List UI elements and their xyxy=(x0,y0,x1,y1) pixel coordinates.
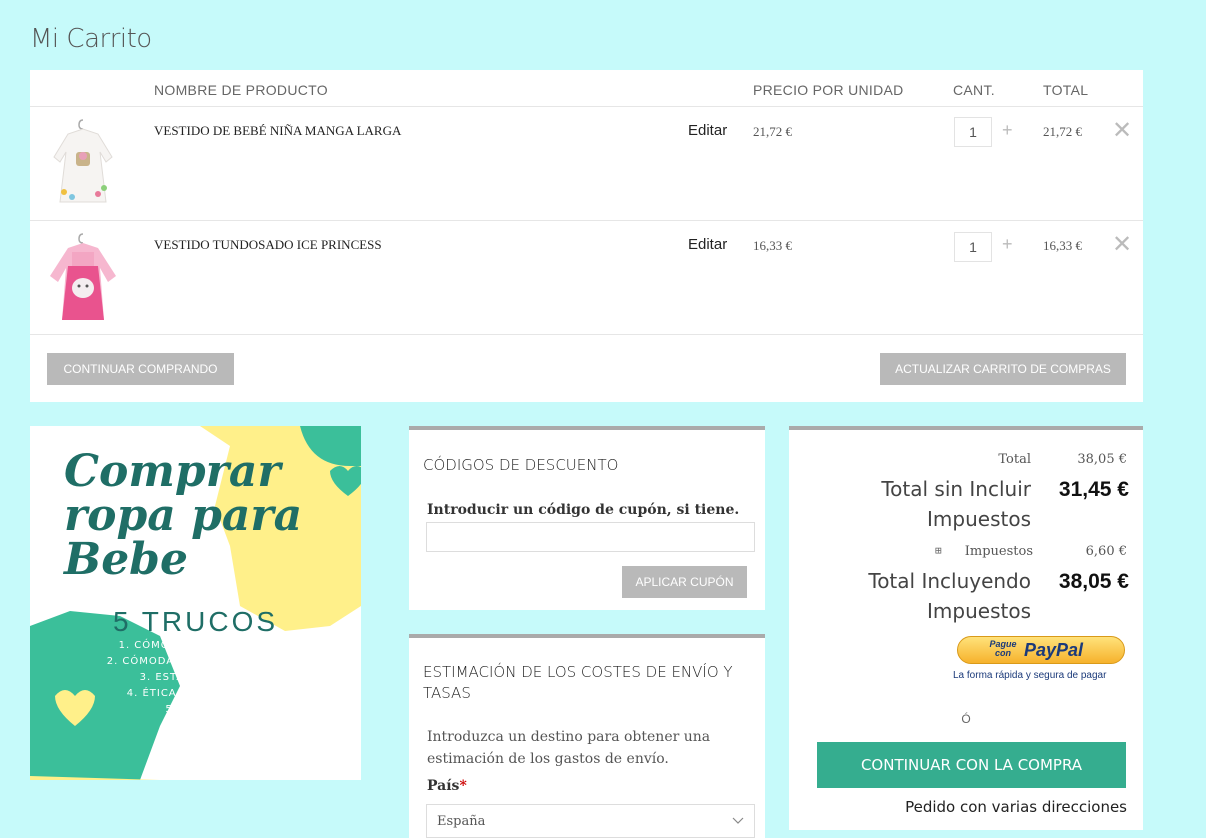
coupon-input[interactable] xyxy=(426,522,755,552)
promo-tips: 1. CÓMODA PARA EL BEBÉ 2. CÓMODA PARA LO… xyxy=(106,640,285,715)
header-total: TOTAL xyxy=(1043,82,1089,98)
tax-label[interactable]: Impuestos xyxy=(965,544,1033,559)
tax-value: 6,60 € xyxy=(1085,544,1127,559)
paypal-tagline: La forma rápida y segura de pagar xyxy=(953,670,1107,681)
divider xyxy=(30,334,1143,335)
expand-icon[interactable]: ⊞ xyxy=(935,544,942,557)
page-title: Mi Carrito xyxy=(30,24,152,54)
unit-price: 21,72 € xyxy=(753,124,792,139)
divider xyxy=(30,220,1143,221)
quantity-input[interactable]: 1 xyxy=(954,117,992,147)
product-image[interactable] xyxy=(38,112,128,212)
divider xyxy=(30,106,1143,107)
product-name[interactable]: VESTIDO TUNDOSADO ICE PRINCESS xyxy=(154,237,382,253)
paypal-logo: PayPal xyxy=(1024,640,1084,660)
row-total: 21,72 € xyxy=(1043,124,1082,139)
or-separator: Ó xyxy=(961,712,971,726)
continue-shopping-button[interactable]: CONTINUAR COMPRANDO xyxy=(47,353,234,385)
remove-icon[interactable]: ✕ xyxy=(1112,230,1132,258)
country-label: País* xyxy=(427,778,467,794)
shipping-title: ESTIMACIÓN DE LOS COSTES DE ENVÍO Y TASA… xyxy=(423,663,733,702)
chevron-down-icon xyxy=(732,817,744,824)
unit-price: 16,33 € xyxy=(753,238,792,253)
update-cart-button[interactable]: ACTUALIZAR CARRITO DE COMPRAS xyxy=(880,353,1126,385)
discount-title: CÓDIGOS DE DESCUENTO xyxy=(423,456,619,474)
country-select[interactable]: España xyxy=(426,804,755,838)
plus-icon[interactable]: + xyxy=(1002,120,1013,141)
plus-icon[interactable]: + xyxy=(1002,234,1013,255)
promo-banner[interactable]: Comprar ropa para Bebe 5 TRUCOS 1. CÓMOD… xyxy=(30,426,361,780)
promo-heading: 5 TRUCOS xyxy=(112,606,279,637)
remove-icon[interactable]: ✕ xyxy=(1112,116,1132,144)
quantity-input[interactable]: 1 xyxy=(954,232,992,262)
edit-link[interactable]: Editar xyxy=(688,122,727,139)
apply-coupon-button[interactable]: APLICAR CUPÓN xyxy=(622,566,747,598)
header-unit-price: PRECIO POR UNIDAD xyxy=(753,82,904,98)
subtotal-value: 38,05 € xyxy=(1077,452,1127,467)
row-total: 16,33 € xyxy=(1043,238,1082,253)
total-excl-label: Total sin Incluir Impuestos xyxy=(881,477,1031,531)
total-incl-label: Total Incluyendo Impuestos xyxy=(868,569,1031,623)
coupon-label: Introducir un código de cupón, si tiene. xyxy=(427,502,740,518)
header-qty: CANT. xyxy=(953,82,995,98)
product-name[interactable]: VESTIDO DE BEBÉ NIÑA MANGA LARGA xyxy=(154,123,401,139)
paypal-button[interactable]: Pague con PayPal xyxy=(957,636,1125,664)
shipping-panel: ESTIMACIÓN DE LOS COSTES DE ENVÍO Y TASA… xyxy=(409,634,765,838)
product-image[interactable] xyxy=(38,226,128,326)
proceed-checkout-button[interactable]: CONTINUAR CON LA COMPRA xyxy=(817,742,1126,788)
multi-address-link[interactable]: Pedido con varias direcciones xyxy=(905,798,1127,816)
totals-panel: Total 38,05 € Total sin Incluir Impuesto… xyxy=(789,426,1143,830)
subtotal-label: Total xyxy=(998,452,1031,467)
shipping-description: Introduzca un destino para obtener una e… xyxy=(427,729,711,767)
total-incl-value: 38,05 € xyxy=(1058,570,1129,593)
promo-title: Comprar ropa para Bebe xyxy=(64,446,303,585)
edit-link[interactable]: Editar xyxy=(688,236,727,253)
discount-panel: CÓDIGOS DE DESCUENTO Introducir un códig… xyxy=(409,426,765,610)
header-product: NOMBRE DE PRODUCTO xyxy=(154,82,328,98)
total-excl-value: 31,45 € xyxy=(1058,478,1129,501)
